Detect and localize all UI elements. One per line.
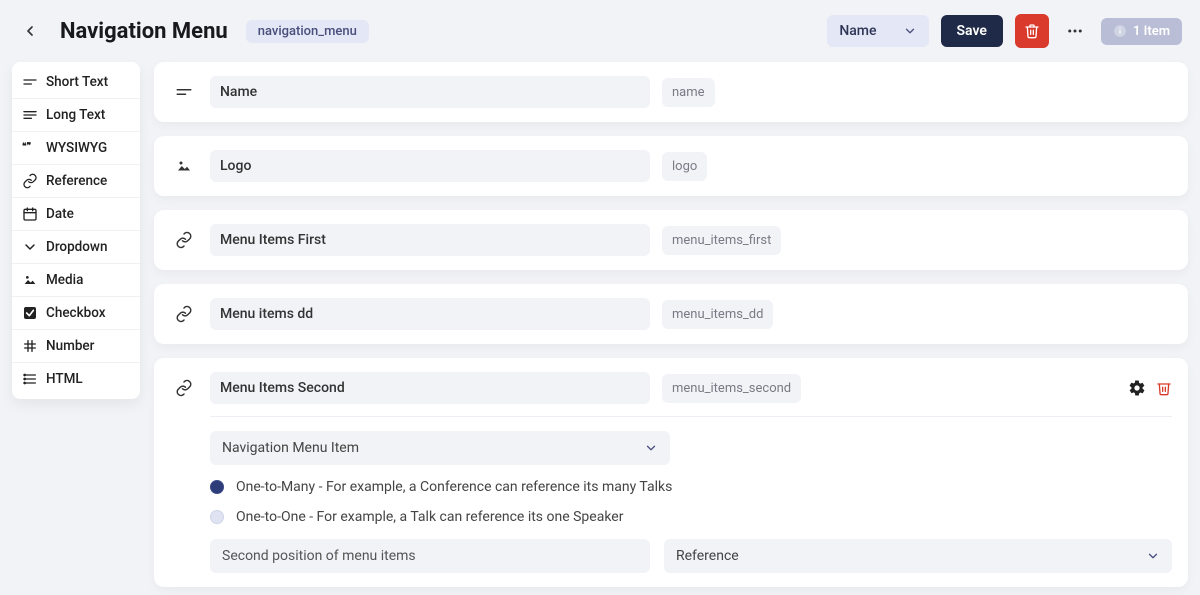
- divider: [210, 416, 1172, 417]
- relation-option-label: One-to-One - For example, a Talk can ref…: [236, 509, 623, 525]
- media-icon: [22, 272, 38, 288]
- wysiwyg-icon: ❝❞: [22, 140, 38, 156]
- sidebar-item-label: Long Text: [46, 107, 105, 123]
- short-text-icon: [170, 78, 198, 106]
- sidebar-item-label: WYSIWYG: [46, 140, 107, 156]
- sidebar-item-date[interactable]: Date: [12, 198, 140, 231]
- sidebar-item-long-text[interactable]: Long Text: [12, 99, 140, 132]
- reference-icon: [170, 300, 198, 328]
- chevron-down-icon: [903, 24, 917, 38]
- relation-option-one-to-one[interactable]: One-to-One - For example, a Talk can ref…: [210, 509, 1172, 525]
- item-count-pill[interactable]: 1 Item: [1101, 18, 1182, 45]
- relation-option-one-to-many[interactable]: One-to-Many - For example, a Conference …: [210, 479, 1172, 495]
- field-card[interactable]: Name name: [154, 62, 1188, 122]
- field-name-input[interactable]: Logo: [210, 150, 650, 182]
- field-name-input[interactable]: Name: [210, 76, 650, 108]
- sidebar-item-html[interactable]: HTML: [12, 363, 140, 395]
- model-slug-pill: navigation_menu: [246, 20, 369, 43]
- sidebar-item-label: Number: [46, 338, 94, 354]
- field-slug: menu_items_dd: [662, 300, 773, 329]
- field-card-expanded: Menu Items Second menu_items_second Navi…: [154, 358, 1188, 587]
- date-icon: [22, 206, 38, 222]
- media-icon: [170, 152, 198, 180]
- field-delete-button[interactable]: [1156, 380, 1172, 396]
- long-text-icon: [22, 107, 38, 123]
- field-slug: menu_items_first: [662, 226, 781, 255]
- back-button[interactable]: [18, 19, 42, 43]
- reference-model-select[interactable]: Navigation Menu Item: [210, 431, 670, 465]
- html-icon: [22, 371, 38, 387]
- number-icon: [22, 338, 38, 354]
- checkbox-icon: [22, 305, 38, 321]
- sidebar-item-media[interactable]: Media: [12, 264, 140, 297]
- field-types-sidebar: Short Text Long Text ❝❞ WYSIWYG Referenc…: [12, 62, 140, 399]
- sidebar-item-label: Date: [46, 206, 74, 222]
- field-name-input[interactable]: Menu items dd: [210, 298, 650, 330]
- sidebar-item-dropdown[interactable]: Dropdown: [12, 231, 140, 264]
- delete-model-button[interactable]: [1015, 14, 1049, 48]
- reference-icon: [22, 173, 38, 189]
- display-field-label: Name: [839, 23, 876, 39]
- reference-icon: [170, 374, 198, 402]
- dropdown-icon: [22, 239, 38, 255]
- field-settings-button[interactable]: [1128, 379, 1146, 397]
- sidebar-item-label: Checkbox: [46, 305, 106, 321]
- short-text-icon: [22, 74, 38, 90]
- sidebar-item-label: Dropdown: [46, 239, 107, 255]
- sidebar-item-label: Media: [46, 272, 83, 288]
- svg-text:❝❞: ❝❞: [22, 141, 32, 152]
- field-description-input[interactable]: Second position of menu items: [210, 539, 650, 573]
- field-card[interactable]: Menu items dd menu_items_dd: [154, 284, 1188, 344]
- radio-selected-icon: [210, 480, 224, 494]
- chevron-down-icon: [644, 441, 658, 455]
- field-slug: logo: [662, 152, 707, 181]
- relation-option-label: One-to-Many - For example, a Conference …: [236, 479, 672, 495]
- item-count-label: 1 Item: [1133, 24, 1170, 39]
- field-name-input[interactable]: Menu Items Second: [210, 372, 650, 404]
- sidebar-item-reference[interactable]: Reference: [12, 165, 140, 198]
- sidebar-item-label: Short Text: [46, 74, 108, 90]
- field-type-label: Reference: [676, 548, 739, 564]
- more-menu-button[interactable]: [1061, 14, 1089, 48]
- sidebar-item-number[interactable]: Number: [12, 330, 140, 363]
- sidebar-item-short-text[interactable]: Short Text: [12, 66, 140, 99]
- field-slug: menu_items_second: [662, 374, 801, 403]
- field-type-select[interactable]: Reference: [664, 539, 1172, 573]
- sidebar-item-label: HTML: [46, 371, 83, 387]
- reference-icon: [170, 226, 198, 254]
- sidebar-item-label: Reference: [46, 173, 107, 189]
- radio-unselected-icon: [210, 510, 224, 524]
- fields-list: Name name Logo logo Menu Items First men…: [154, 62, 1188, 587]
- save-button[interactable]: Save: [941, 15, 1003, 47]
- sidebar-item-wysiwyg[interactable]: ❝❞ WYSIWYG: [12, 132, 140, 165]
- field-name-input[interactable]: Menu Items First: [210, 224, 650, 256]
- field-card[interactable]: Menu Items First menu_items_first: [154, 210, 1188, 270]
- field-slug: name: [662, 78, 715, 107]
- display-field-select[interactable]: Name: [827, 15, 928, 47]
- page-title: Navigation Menu: [60, 19, 228, 44]
- info-icon: [1113, 24, 1127, 38]
- reference-model-label: Navigation Menu Item: [222, 440, 359, 456]
- field-card[interactable]: Logo logo: [154, 136, 1188, 196]
- sidebar-item-checkbox[interactable]: Checkbox: [12, 297, 140, 330]
- chevron-down-icon: [1146, 549, 1160, 563]
